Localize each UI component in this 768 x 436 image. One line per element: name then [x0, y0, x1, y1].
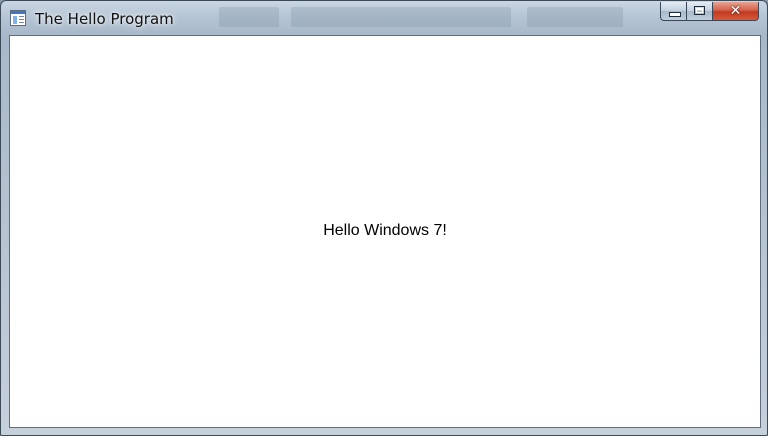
maximize-button[interactable]	[687, 2, 713, 21]
window-title: The Hello Program	[35, 10, 174, 28]
application-window-icon[interactable]	[10, 10, 26, 26]
hello-message: Hello Windows 7!	[323, 222, 447, 239]
close-icon: ✕	[729, 3, 742, 19]
caption-buttons: ✕	[660, 2, 759, 22]
minimize-button[interactable]	[660, 2, 687, 21]
minimize-icon	[669, 12, 681, 17]
maximize-icon	[694, 6, 705, 15]
client-area: Hello Windows 7!	[9, 35, 761, 428]
app-window: The Hello Program ✕ Hello Windows 7!	[0, 0, 768, 436]
title-bar[interactable]: The Hello Program ✕	[1, 1, 767, 35]
close-button[interactable]: ✕	[713, 2, 759, 21]
